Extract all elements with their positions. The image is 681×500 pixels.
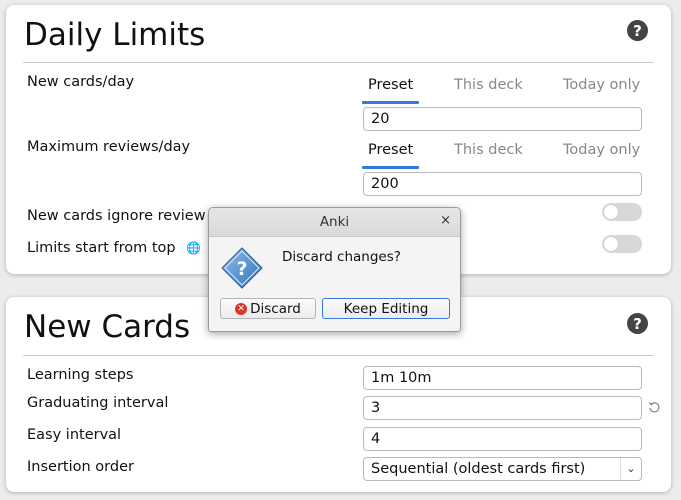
- ignore-review-limit-toggle[interactable]: [602, 203, 642, 221]
- chevron-down-icon: ⌄: [620, 458, 641, 480]
- tab-this-deck[interactable]: This deck: [454, 142, 523, 158]
- help-icon[interactable]: ?: [627, 313, 648, 334]
- limits-start-from-top-label: Limits start from top 🌐: [27, 240, 201, 256]
- easy-interval-label: Easy interval: [27, 427, 122, 443]
- tab-today-only[interactable]: Today only: [563, 77, 640, 93]
- insertion-order-value: Sequential (oldest cards first): [371, 461, 586, 477]
- new-cards-day-label: New cards/day: [27, 74, 135, 90]
- svg-text:?: ?: [236, 258, 247, 280]
- help-icon[interactable]: ?: [627, 20, 648, 41]
- learning-steps-input[interactable]: 1m 10m: [363, 366, 642, 390]
- globe-icon: 🌐: [186, 241, 202, 255]
- dialog-message: Discard changes?: [282, 249, 401, 265]
- tab-preset[interactable]: Preset: [361, 142, 420, 169]
- graduating-interval-input[interactable]: 3: [363, 396, 642, 420]
- new-cards-day-input[interactable]: 20: [363, 107, 642, 131]
- close-icon[interactable]: ×: [440, 213, 451, 228]
- ignore-review-limit-label: New cards ignore review l: [27, 208, 215, 224]
- limits-start-from-top-toggle[interactable]: [602, 235, 642, 253]
- divider: [23, 62, 654, 63]
- limits-start-from-top-text: Limits start from top: [27, 240, 176, 256]
- discard-button[interactable]: ✕ Discard: [220, 298, 316, 319]
- max-reviews-day-label: Maximum reviews/day: [27, 139, 191, 155]
- max-reviews-day-input[interactable]: 200: [363, 172, 642, 196]
- revert-icon[interactable]: [648, 401, 661, 414]
- discard-button-label: Discard: [250, 300, 301, 317]
- tab-today-only[interactable]: Today only: [563, 142, 640, 158]
- tab-this-deck[interactable]: This deck: [454, 77, 523, 93]
- learning-steps-label: Learning steps: [27, 367, 134, 383]
- insertion-order-select[interactable]: Sequential (oldest cards first) ⌄: [363, 457, 642, 481]
- dialog-titlebar[interactable]: Anki ×: [209, 208, 460, 237]
- insertion-order-label: Insertion order: [27, 459, 134, 475]
- graduating-interval-label: Graduating interval: [27, 395, 169, 411]
- easy-interval-input[interactable]: 4: [363, 427, 642, 451]
- new-cards-title: New Cards: [24, 309, 191, 345]
- tab-preset[interactable]: Preset: [361, 77, 420, 104]
- discard-changes-dialog: Anki × ? Discard changes? ✕ Discard Keep…: [208, 207, 461, 332]
- divider: [23, 355, 654, 356]
- dialog-title: Anki: [319, 214, 350, 230]
- discard-icon: ✕: [235, 302, 248, 315]
- daily-limits-title: Daily Limits: [24, 17, 206, 53]
- question-icon: ?: [221, 247, 263, 289]
- keep-editing-button[interactable]: Keep Editing: [322, 298, 450, 319]
